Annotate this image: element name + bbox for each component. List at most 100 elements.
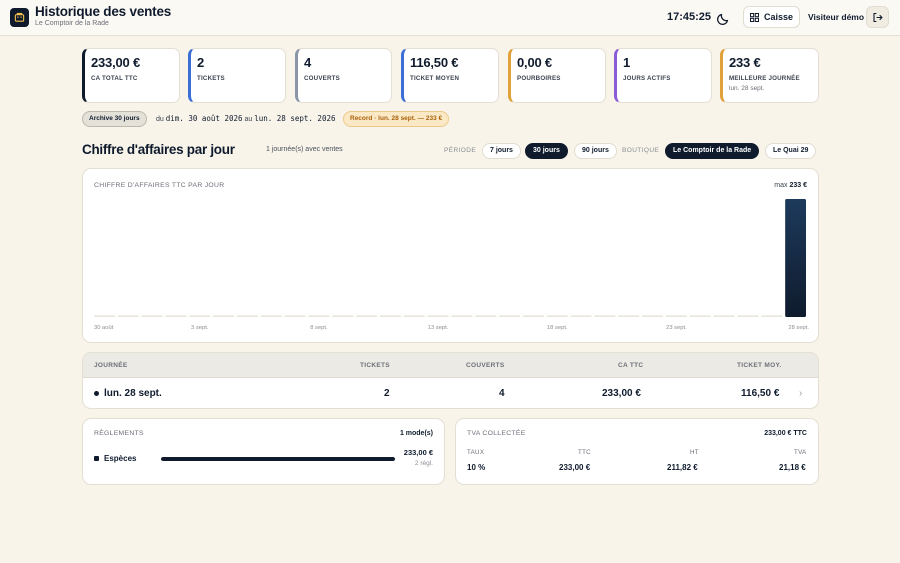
payment-bar xyxy=(161,457,395,461)
range-from-word: du xyxy=(156,116,164,123)
chart-bar xyxy=(689,315,711,317)
row-ca: 233,00 € xyxy=(602,388,641,399)
chart-bar xyxy=(308,315,330,317)
caisse-button[interactable]: Caisse xyxy=(743,6,800,28)
stat-card: 1 JOURS ACTIFS xyxy=(614,48,712,103)
logout-icon xyxy=(873,12,883,22)
chart-bar xyxy=(499,315,520,317)
stat-card: 2 TICKETS xyxy=(188,48,286,103)
chart-bar xyxy=(666,315,687,317)
bar-chart: 30 août 3 sept. 8 sept. 13 sept. 18 sept. 23 … xyxy=(94,199,809,331)
tva-th-ht: HT xyxy=(690,449,699,456)
stat-label: POURBOIRES xyxy=(517,75,561,82)
tva-th-taux: TAUX xyxy=(467,449,485,456)
shop-comptoir-button[interactable]: Le Comptoir de la Rade xyxy=(665,143,760,159)
chart-bar xyxy=(380,315,401,317)
stat-value: 233,00 € xyxy=(91,55,141,70)
stat-value: 233 € xyxy=(729,55,761,70)
chart-bar xyxy=(165,315,187,317)
stat-label: CA TOTAL TTC xyxy=(91,75,138,82)
chart-bar xyxy=(117,315,139,317)
stat-card: 4 COUVERTS xyxy=(295,48,392,103)
days-table: JOURNÉE TICKETS COUVERTS CA TTC TICKET M… xyxy=(82,352,819,409)
stat-card: 0,00 € POURBOIRES xyxy=(508,48,606,103)
shop-name: Le Comptoir de la Rade xyxy=(35,20,109,27)
app-header: Historique des ventes Le Comptoir de la … xyxy=(0,0,900,36)
chart-bar xyxy=(237,315,258,317)
chart-bar xyxy=(785,199,806,317)
chart-bar xyxy=(141,315,163,317)
chart-bar xyxy=(475,315,497,317)
chart-bar xyxy=(594,315,616,317)
x-tick-label: 3 sept. xyxy=(191,325,209,331)
chart-bar xyxy=(427,315,449,317)
chart-bar xyxy=(284,315,306,317)
chart-card: CHIFFRE D'AFFAIRES TTC PAR JOUR max 233 … xyxy=(82,168,819,343)
stat-label: TICKETS xyxy=(197,75,225,82)
chart-bar xyxy=(737,315,759,317)
logout-button[interactable] xyxy=(866,6,889,28)
tva-title: TVA COLLECTÉE xyxy=(467,430,526,437)
x-tick-label: 8 sept. xyxy=(310,325,328,331)
cash-register-icon xyxy=(10,8,29,27)
stat-label: MEILLEURE JOURNÉE xyxy=(729,75,800,82)
chart-bar xyxy=(642,315,663,317)
period-30-button[interactable]: 30 jours xyxy=(525,143,568,159)
section-subtitle: 1 journée(s) avec ventes xyxy=(266,146,343,153)
payment-dot xyxy=(94,456,99,461)
stat-value: 4 xyxy=(304,55,312,70)
period-90-button[interactable]: 90 jours xyxy=(574,143,617,159)
chart-bar xyxy=(260,315,282,317)
chart-bar xyxy=(356,315,377,317)
th-tickets: TICKETS xyxy=(360,362,390,369)
chart-bar xyxy=(713,315,735,317)
user-name: Visiteur démo xyxy=(808,12,865,22)
chart-bar xyxy=(403,315,425,317)
x-tick-label: 13 sept. xyxy=(428,325,449,331)
chart-bar xyxy=(189,315,211,317)
shop-quai-button[interactable]: Le Quai 29 xyxy=(765,143,817,159)
stat-card: 233,00 € CA TOTAL TTC xyxy=(82,48,180,103)
chevron-right-icon[interactable]: › xyxy=(799,388,802,399)
chart-bar xyxy=(761,315,783,317)
range-to: lun. 28 sept. 2026 xyxy=(254,114,336,123)
row-ticket-moyen: 116,50 € xyxy=(741,388,780,399)
payment-count: 2 régl. xyxy=(414,460,433,467)
tva-ttc: 233,00 € xyxy=(559,463,591,472)
stat-label: COUVERTS xyxy=(304,75,340,82)
payment-bar-fill xyxy=(161,457,395,461)
chart-bar xyxy=(213,315,234,317)
stat-label: JOURS ACTIFS xyxy=(623,75,671,82)
tva-total: 233,00 € TTC xyxy=(764,430,807,437)
grid-icon xyxy=(749,12,759,22)
row-couverts: 4 xyxy=(499,388,505,399)
table-header: JOURNÉE TICKETS COUVERTS CA TTC TICKET M… xyxy=(83,353,818,378)
tva-taux: 10 % xyxy=(467,463,486,472)
stat-card: 233 € MEILLEURE JOURNÉE lun. 28 sept. xyxy=(720,48,819,103)
date-range: du dim. 30 août 2026 au lun. 28 sept. 20… xyxy=(156,114,336,123)
x-tick-label: 18 sept. xyxy=(547,325,568,331)
chart-bar xyxy=(523,315,544,317)
payment-name: Espèces xyxy=(104,454,137,463)
tva-th-ttc: TTC xyxy=(578,449,591,456)
stat-label: TICKET MOYEN xyxy=(410,75,460,82)
th-ticket-moyen: TICKET MOY. xyxy=(737,362,782,369)
moon-icon[interactable] xyxy=(716,10,732,26)
period-7-button[interactable]: 7 jours xyxy=(482,143,521,159)
page-title: Historique des ventes xyxy=(35,4,172,19)
th-couverts: COUVERTS xyxy=(466,362,505,369)
payments-title: RÈGLEMENTS xyxy=(94,430,144,437)
row-day: lun. 28 sept. xyxy=(104,388,162,399)
stat-note: lun. 28 sept. xyxy=(729,85,765,92)
chart-bar xyxy=(94,315,115,317)
payments-card: RÈGLEMENTS 1 mode(s) Espèces 233,00 € 2 … xyxy=(82,418,445,485)
periode-label: PÉRIODE xyxy=(444,147,477,154)
payments-count: 1 mode(s) xyxy=(399,430,433,437)
range-from: dim. 30 août 2026 xyxy=(165,114,243,123)
caisse-label: Caisse xyxy=(763,12,794,22)
section-title: Chiffre d'affaires par jour xyxy=(82,142,235,157)
stat-value: 2 xyxy=(197,55,205,70)
x-tick-label: 28 sept. xyxy=(788,325,809,331)
chart-bar xyxy=(332,315,354,317)
th-ca: CA TTC xyxy=(618,362,644,369)
